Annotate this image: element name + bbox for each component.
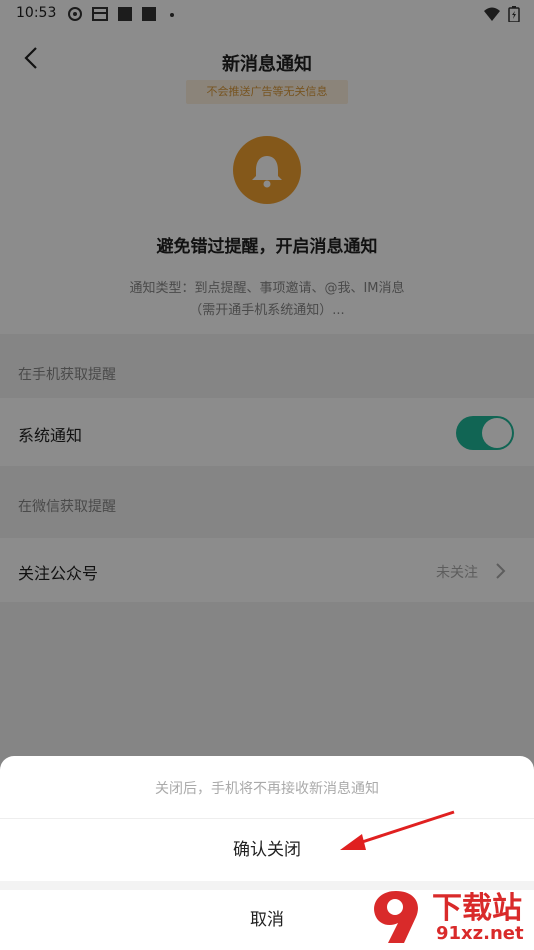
watermark-url-text: 91xz.net [436, 923, 524, 944]
site-watermark: 下载站 91xz.net [360, 883, 534, 950]
watermark-logo-icon [374, 891, 418, 943]
sheet-message: 关闭后，手机将不再接收新消息通知 [155, 781, 379, 797]
watermark-main-text: 下载站 [432, 891, 522, 926]
red-pointer-arrow-icon [340, 810, 455, 850]
